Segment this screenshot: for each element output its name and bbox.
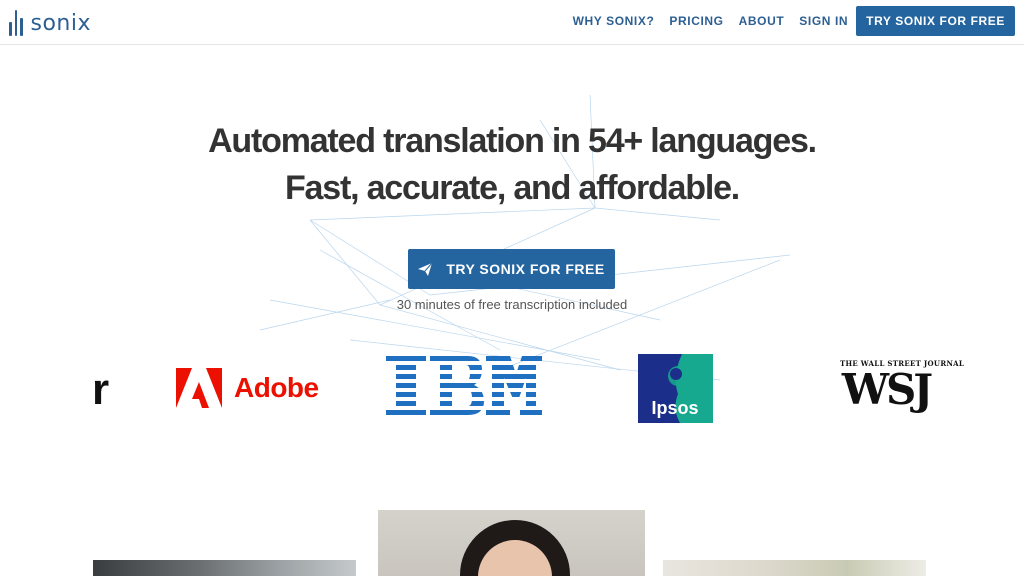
nav-why-sonix[interactable]: WHY SONIX?: [573, 14, 655, 28]
hero-title-line-1: Automated translation in 54+ languages.: [208, 122, 817, 160]
adobe-a-icon: [176, 368, 222, 408]
ibm-logo: [386, 356, 542, 425]
logo-text: sonix: [30, 10, 91, 36]
hero-title: Automated translation in 54+ languages. …: [0, 118, 1024, 212]
main-nav: WHY SONIX? PRICING ABOUT SIGN IN TRY SON…: [558, 6, 1015, 36]
nav-sign-in[interactable]: SIGN IN: [799, 14, 848, 28]
hero-cta-label: TRY SONIX FOR FREE: [446, 261, 605, 277]
adobe-logo: Adobe: [176, 368, 319, 408]
nav-pricing[interactable]: PRICING: [669, 14, 723, 28]
testimonial-photo-left: [93, 560, 356, 576]
sonix-logo-icon: [9, 10, 23, 36]
wsj-wordmark: WSJ: [841, 365, 933, 414]
free-minutes-note: 30 minutes of free transcription include…: [396, 297, 628, 312]
adobe-wordmark: Adobe: [234, 372, 319, 403]
wsj-logo: THE WALL STREET JOURNAL WSJ: [840, 359, 964, 414]
sonix-logo[interactable]: sonix: [9, 9, 91, 37]
testimonial-photo-center: [378, 510, 645, 576]
hero-try-free-button[interactable]: TRY SONIX FOR FREE: [408, 249, 615, 289]
nav-about[interactable]: ABOUT: [739, 14, 785, 28]
header-try-free-button[interactable]: TRY SONIX FOR FREE: [856, 6, 1015, 36]
hero-title-line-2: Fast, accurate, and affordable.: [284, 169, 740, 207]
ipsos-logo: Ipsos: [638, 354, 713, 423]
ibm-logo-graphic: [386, 356, 542, 415]
ipsos-wordmark: Ipsos: [651, 398, 698, 418]
testimonial-photo-right: [663, 560, 926, 576]
top-nav-bar: sonix WHY SONIX? PRICING ABOUT SIGN IN T…: [0, 0, 1024, 45]
partial-logo: r: [92, 365, 110, 414]
paper-plane-icon: [418, 262, 433, 276]
